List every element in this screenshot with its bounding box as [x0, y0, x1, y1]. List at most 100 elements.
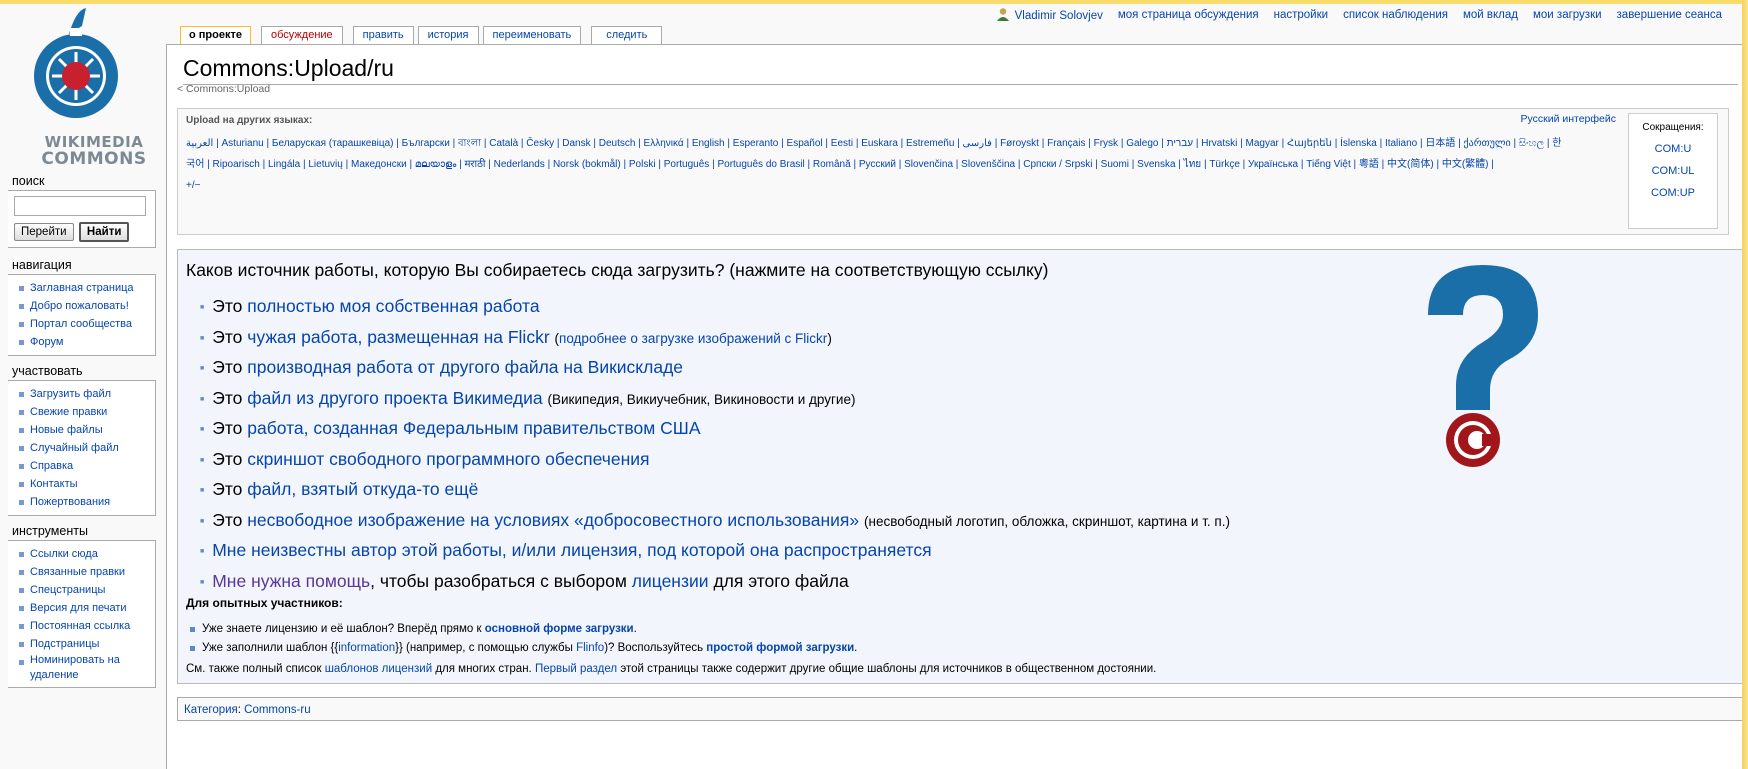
tab-discussion[interactable]: обсуждение [261, 26, 343, 44]
category-label[interactable]: Категория [184, 704, 238, 716]
tab-edit[interactable]: править [352, 26, 414, 44]
languages-line1[interactable]: العربية | Asturianu | Беларуская (тарашк… [186, 133, 1631, 154]
sidebar-item-main[interactable]: Заглавная страница [16, 279, 151, 297]
participate-heading: участвовать [12, 364, 83, 378]
logout-link[interactable]: завершение сеанса [1617, 9, 1722, 21]
sidebar-item-whatlinks[interactable]: Ссылки сюда [16, 545, 151, 563]
sidebar-item-special[interactable]: Спецстраницы [16, 581, 151, 599]
nominate-line2: удаление [30, 669, 79, 681]
user-icon [996, 8, 1009, 21]
languages-list[interactable]: العربية | Asturianu | Беларуская (тарашк… [186, 133, 1631, 196]
tab-history[interactable]: история [417, 26, 479, 44]
option-prefix: Это [212, 479, 243, 499]
tab-project[interactable]: о проекте [180, 26, 251, 45]
flinfo-link[interactable]: Flinfo [576, 642, 604, 654]
option-elsewhere: Это файл, взятый откуда-то ещё [200, 475, 1230, 506]
right-edge [1742, 0, 1748, 769]
user-name: Vladimir Solovjev [1014, 10, 1103, 22]
sidebar-item-random[interactable]: Случайный файл [16, 439, 151, 457]
tab-edit-label: править [362, 29, 404, 41]
basic-upload-form-link[interactable]: основной форме загрузки [485, 623, 634, 635]
contributions-link[interactable]: мой вклад [1463, 9, 1518, 21]
preferences-link[interactable]: настройки [1274, 9, 1328, 21]
experienced-item-1: Уже знаете лицензию и её шаблон? Вперёд … [186, 620, 857, 639]
copyright-question-icon [1428, 265, 1538, 467]
sidebar-item-subpages[interactable]: Подстраницы [16, 635, 151, 653]
first-section-link[interactable]: Первый раздел [535, 663, 617, 675]
flickr-help-link[interactable]: подробнее о загрузке изображений с Flick… [559, 331, 827, 346]
user-link[interactable]: Vladimir Solovjev [996, 7, 1103, 22]
option-flickr: Это чужая работа, размещенная на Flickr … [200, 323, 1230, 354]
sidebar-item-newfiles[interactable]: Новые файлы [16, 421, 151, 439]
option-prefix: Это [212, 448, 243, 469]
need-help-link[interactable]: Мне нужна помощь [212, 571, 370, 591]
sidebar-item-print[interactable]: Версия для печати [16, 599, 151, 617]
screenshot-link[interactable]: скриншот свободного программного обеспеч… [247, 449, 649, 469]
tab-watch-label: следить [606, 29, 648, 41]
shortcut-com-ul[interactable]: COM:UL [1629, 165, 1717, 177]
shortcuts-heading: Сокращения: [1642, 122, 1704, 133]
usgov-link[interactable]: работа, созданная Федеральным правительс… [247, 418, 700, 438]
tab-discussion-label: обсуждение [271, 29, 333, 41]
search-input[interactable] [14, 196, 146, 216]
flickr-note: (подробнее о загрузке изображений с Flic… [554, 330, 832, 346]
search-button[interactable]: Найти [78, 222, 130, 242]
option-prefix: Это [212, 509, 243, 530]
commons-logo[interactable]: WIKIMEDIA COMMONS [14, 6, 164, 168]
sidebar-item-upload[interactable]: Загрузить файл [16, 385, 151, 403]
go-button[interactable]: Перейти [14, 223, 74, 241]
unknown-link[interactable]: Мне неизвестны автор этой работы, и/или … [212, 540, 931, 560]
search-heading: поиск [12, 174, 45, 188]
languages-heading: Upload на других языках: [186, 115, 313, 126]
fair-use-link[interactable]: несвободное изображение на условиях «доб… [247, 510, 859, 530]
exp2-a: Уже заполнили шаблон {{ [202, 642, 339, 654]
my-talk-link[interactable]: моя страница обсуждения [1118, 9, 1259, 21]
experienced-heading: Для опытных участников: [186, 596, 343, 610]
sidebar-item-donate[interactable]: Пожертвования [16, 493, 151, 511]
category-commons-ru[interactable]: Commons-ru [244, 704, 310, 716]
logo-line2: COMMONS [41, 149, 147, 169]
languages-line2[interactable]: 국어 | Ripoarisch | Lingála | Lietuvių | М… [186, 154, 1631, 175]
page-title: Commons:Upload/ru [183, 55, 1738, 85]
sidebar-item-recent[interactable]: Свежие правки [16, 403, 151, 421]
exp2-c: )? Воспользуйтесь [604, 642, 704, 654]
see-a: См. также полный список [186, 663, 322, 675]
sidebar-item-forum[interactable]: Форум [16, 333, 151, 351]
sidebar-item-help[interactable]: Справка [16, 457, 151, 475]
license-templates-link[interactable]: шаблонов лицензий [325, 663, 432, 675]
tab-watch[interactable]: следить [591, 26, 663, 44]
languages-edit[interactable]: +/− [186, 175, 1631, 196]
subpage-link[interactable]: < Commons:Upload [177, 83, 270, 95]
page-canvas: WIKIMEDIA COMMONS поиск Перейти Найти на… [0, 0, 1748, 769]
see-b: для многих стран. [435, 663, 532, 675]
elsewhere-link[interactable]: файл, взятый откуда-то ещё [247, 479, 478, 499]
simple-upload-form-link[interactable]: простой формой загрузки [706, 642, 854, 654]
sidebar-item-related[interactable]: Связанные правки [16, 563, 151, 581]
sidebar-item-welcome[interactable]: Добро пожаловать! [16, 297, 151, 315]
derivative-link[interactable]: производная работа от другого файла на В… [247, 357, 683, 377]
tab-rename[interactable]: переименовать [482, 26, 582, 44]
information-link[interactable]: information [338, 642, 395, 654]
watchlist-link[interactable]: список наблюдения [1343, 9, 1448, 21]
category-bar: Категория: Commons-ru [177, 697, 1745, 721]
sidebar-item-nominate[interactable]: Номинировать на удаление [16, 653, 151, 683]
sidebar-item-portal[interactable]: Портал сообщества [16, 315, 151, 333]
own-work-link[interactable]: полностью моя собственная работа [247, 296, 539, 316]
nominate-line1: Номинировать на [30, 654, 120, 666]
russian-interface-link[interactable]: Русский интерфейс [1520, 113, 1616, 125]
option-screenshot: Это скриншот свободного программного обе… [200, 445, 1230, 476]
shortcut-com-up[interactable]: COM:UP [1629, 187, 1717, 199]
sidebar-item-permalink[interactable]: Постоянная ссылка [16, 617, 151, 635]
my-uploads-link[interactable]: мои загрузки [1533, 9, 1602, 21]
option-help: Мне нужна помощь, чтобы разобраться с вы… [200, 567, 1230, 598]
top-edge [0, 0, 1748, 4]
licenses-link[interactable]: лицензии [632, 571, 709, 591]
option-prefix: Это [212, 357, 243, 377]
sidebar: поиск Перейти Найти навигация Заглавная … [6, 170, 156, 688]
shortcut-com-u[interactable]: COM:U [1629, 143, 1717, 155]
personal-toolbar: Vladimir Solovjev моя страница обсуждени… [996, 7, 1722, 22]
flickr-link[interactable]: чужая работа, размещенная на Flickr [247, 327, 549, 347]
wikimedia-link[interactable]: файл из другого проекта Викимедиа [247, 388, 542, 408]
tools-heading: инструменты [12, 524, 88, 538]
sidebar-item-contacts[interactable]: Контакты [16, 475, 151, 493]
